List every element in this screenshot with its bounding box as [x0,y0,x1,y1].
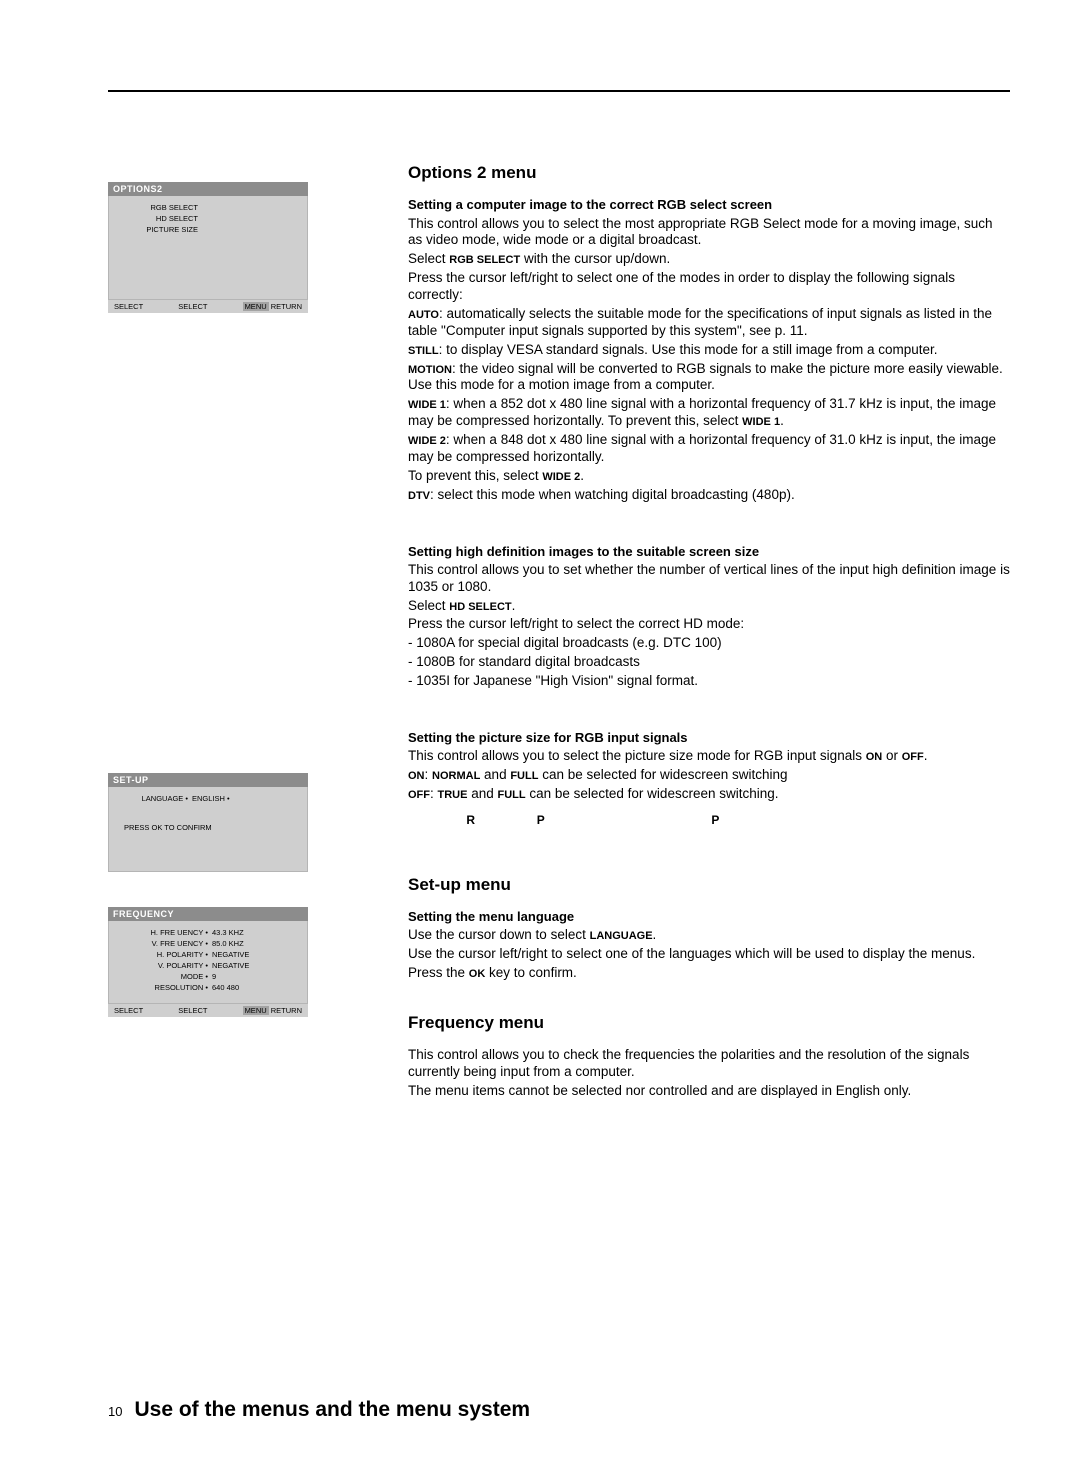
hd-intro: This control allows you to set whether t… [408,562,1010,596]
hd-subheading: Setting high definition images to the su… [408,544,1010,560]
freq-text-2: The menu items cannot be selected nor co… [408,1083,1010,1100]
still-line: STILL: to display VESA standard signals.… [408,342,1010,359]
osd-row: HD SELECT [108,213,308,224]
wide1-line: WIDE 1: when a 852 dot x 480 line signal… [408,396,1010,430]
osd-row: V. POLARITY •NEGATIVE [108,960,308,971]
setup-select-line: Use the cursor left/right to select one … [408,946,1010,963]
freq-text-1: This control allows you to check the fre… [408,1047,1010,1081]
osd-row: PICTURE SIZE [108,224,308,235]
rgb-subheading: Setting a computer image to the correct … [408,197,1010,213]
osd-label: RGB SELECT [118,203,202,212]
osd-footer-menu: MENU [243,1006,269,1015]
osd-setup-panel: SET-UP LANGUAGE • ENGLISH • PRESS OK TO … [108,773,308,872]
osd-row: H. POLARITY •NEGATIVE [108,949,308,960]
setup-use-line: Use the cursor down to select LANGUAGE. [408,927,1010,944]
osd-footer-select-l: SELECT [114,302,143,311]
ps-subheading: Setting the picture size for RGB input s… [408,730,1010,746]
page-title: Use of the menus and the menu system [134,1398,530,1422]
ps-off-line: OFF: TRUE and FULL can be selected for w… [408,786,1010,803]
osd-options2-title: OPTIONS2 [108,182,308,196]
osd-hint: PRESS OK TO CONFIRM [108,822,308,833]
hd-1080a: - 1080A for special digital broadcasts (… [408,635,1010,652]
osd-options2-panel: OPTIONS2 RGB SELECT HD SELECT PICTURE SI… [108,182,308,313]
setup-heading: Set-up menu [408,874,1010,895]
note-line: R P P [408,813,1010,828]
setup-subheading: Setting the menu language [408,909,1010,925]
motion-line: MOTION: the video signal will be convert… [408,361,1010,395]
osd-footer-return: RETURN [271,1006,302,1015]
frequency-heading: Frequency menu [408,1012,1010,1033]
osd-footer-select-m: SELECT [178,1006,207,1015]
page-number: 10 [108,1404,122,1419]
hd-1035i: - 1035I for Japanese "High Vision" signa… [408,673,1010,690]
osd-label: HD SELECT [118,214,202,223]
osd-value: ENGLISH • [192,794,230,803]
page-footer: 10 Use of the menus and the menu system [108,1398,530,1422]
wide2-prevent-line: To prevent this, select WIDE 2. [408,468,1010,485]
auto-line: AUTO: automatically selects the suitable… [408,306,1010,340]
osd-footer-return: RETURN [271,302,302,311]
osd-footer: SELECT SELECT MENU RETURN [108,1003,308,1017]
hd-1080b: - 1080B for standard digital broadcasts [408,654,1010,671]
osd-footer-select-m: SELECT [178,302,207,311]
rgb-press: Press the cursor left/right to select on… [408,270,1010,304]
osd-row: H. FRE UENCY •43.3 KHZ [108,927,308,938]
osd-label: LANGUAGE • [118,794,192,803]
setup-press-line: Press the OK key to confirm. [408,965,1010,982]
options2-heading: Options 2 menu [408,162,1010,183]
osd-footer-menu: MENU [243,302,269,311]
hd-select-line: Select HD SELECT. [408,598,1010,615]
ps-on-line: ON: NORMAL and FULL can be selected for … [408,767,1010,784]
osd-row: V. FRE UENCY •85.0 KHZ [108,938,308,949]
header-rule [108,90,1010,92]
osd-footer-select-l: SELECT [114,1006,143,1015]
osd-row: MODE •9 [108,971,308,982]
wide2-line: WIDE 2: when a 848 dot x 480 line signal… [408,432,1010,466]
osd-row: RESOLUTION •640 480 [108,982,308,993]
dtv-line: DTV: select this mode when watching digi… [408,487,1010,504]
rgb-select-line: Select RGB SELECT with the cursor up/dow… [408,251,1010,268]
osd-row: RGB SELECT [108,202,308,213]
hd-press: Press the cursor left/right to select th… [408,616,1010,633]
osd-setup-title: SET-UP [108,773,308,787]
osd-frequency-panel: FREQUENCY H. FRE UENCY •43.3 KHZ V. FRE … [108,907,308,1017]
osd-row: LANGUAGE • ENGLISH • [108,793,308,804]
osd-footer: SELECT SELECT MENU RETURN [108,299,308,313]
osd-label: PICTURE SIZE [118,225,202,234]
ps-intro: This control allows you to select the pi… [408,748,1010,765]
rgb-intro: This control allows you to select the mo… [408,216,1010,250]
osd-frequency-title: FREQUENCY [108,907,308,921]
